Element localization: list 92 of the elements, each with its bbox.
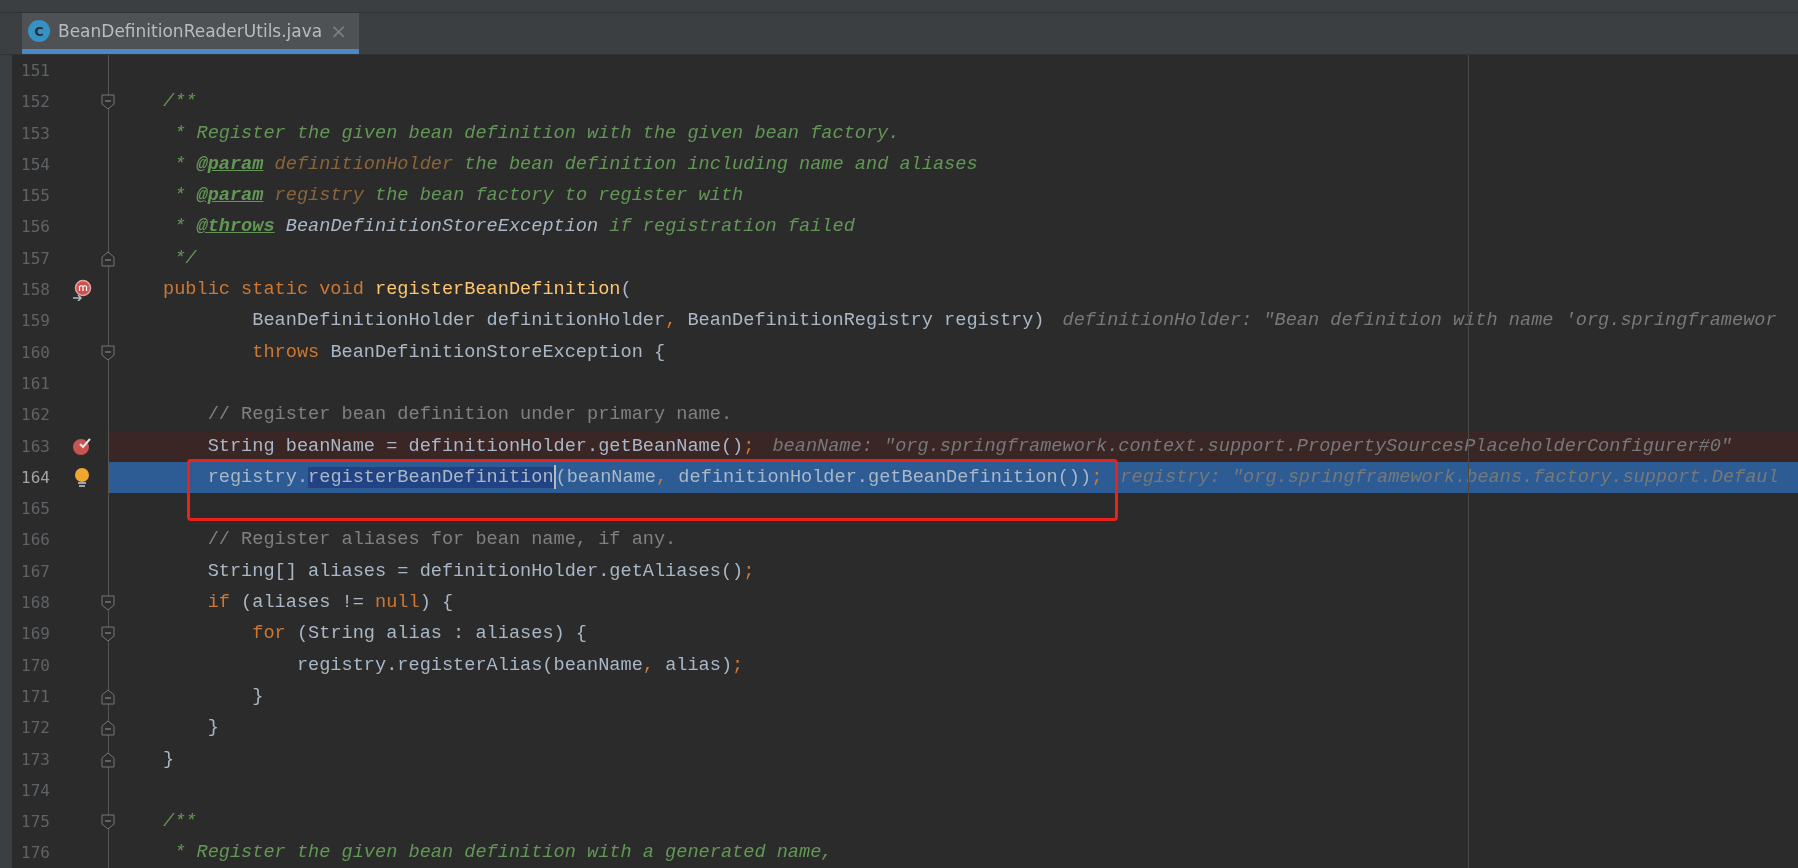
class-icon: C xyxy=(28,20,50,42)
code-token: throws xyxy=(251,341,321,363)
code-token: BeanDefinitionHolder definitionHolder xyxy=(251,310,666,332)
line-number: 174 xyxy=(20,779,51,802)
line-number: 164 xyxy=(20,466,51,489)
line-number: 156 xyxy=(20,216,51,239)
fold-end-icon[interactable] xyxy=(101,751,115,768)
fold-start-icon[interactable] xyxy=(101,94,115,111)
code-token: /** xyxy=(163,91,197,113)
fold-start-icon[interactable] xyxy=(101,344,115,361)
code-token: } xyxy=(163,748,175,770)
code-token: BeanDefinitionRegistry registry) xyxy=(686,310,1045,332)
code-token: definitionHolder.getBeanDefinition()) xyxy=(677,466,1092,488)
code-token: registerBeanDefinition xyxy=(375,279,621,301)
lightbulb-icon[interactable] xyxy=(73,466,91,489)
code-token: if xyxy=(206,592,231,614)
code-token: the bean factory to register with xyxy=(374,185,744,207)
code-token: * Register the given bean definition with the given bean factory. xyxy=(173,122,900,144)
tab-label: BeanDefinitionReaderUtils.java xyxy=(58,21,323,41)
file-tab[interactable]: C BeanDefinitionReaderUtils.java × xyxy=(22,13,359,54)
code-token: * xyxy=(173,153,187,175)
line-number: 155 xyxy=(20,185,51,208)
code-token: ( xyxy=(620,279,632,301)
line-number: 166 xyxy=(20,529,51,552)
code-token: definitionHolder xyxy=(273,153,454,175)
line-number: 151 xyxy=(20,60,51,82)
line-number: 159 xyxy=(20,310,51,333)
code-token: @param xyxy=(196,185,264,207)
line-number: 168 xyxy=(20,592,51,615)
code-token: * Register the given bean definition with a generated name, xyxy=(173,842,833,864)
code-token: // Register bean definition under primary name. xyxy=(206,404,733,426)
line-number: 173 xyxy=(20,748,51,771)
line-number: 161 xyxy=(20,372,51,395)
code-token: ) { xyxy=(419,592,454,614)
code-token: null xyxy=(375,592,420,614)
line-number: 176 xyxy=(20,842,51,865)
code-token: } xyxy=(251,685,264,707)
code-token: ; xyxy=(743,560,755,582)
line-number: 157 xyxy=(20,247,51,270)
line-number: 165 xyxy=(20,498,51,521)
code-token: ; xyxy=(743,435,755,457)
code-token: registry.registerAlias(beanName xyxy=(295,654,643,676)
line-number: 152 xyxy=(20,91,51,114)
code-token: registry xyxy=(273,185,364,207)
code-token: @throws xyxy=(196,216,275,238)
code-token: for xyxy=(251,623,287,645)
line-number: 158 xyxy=(20,279,51,302)
code-token: String[] aliases = definitionHolder.getAliases() xyxy=(206,560,744,582)
line-number: 163 xyxy=(20,435,51,458)
line-number: 170 xyxy=(20,654,51,677)
code-token: @param xyxy=(196,153,264,175)
code-token: BeanDefinitionStoreException xyxy=(284,216,599,238)
code-token: String beanName = definitionHolder.getBeanName() xyxy=(206,435,744,457)
code-token: ; xyxy=(1091,466,1103,488)
fold-start-icon[interactable] xyxy=(101,814,115,831)
selected-text: registerBeanDefinition xyxy=(308,466,554,488)
inline-debug-value: definitionHolder: "Bean definition with name 'org.springframewor xyxy=(1062,310,1777,332)
fold-end-icon[interactable] xyxy=(101,720,115,737)
code-token: , xyxy=(665,310,677,332)
fold-start-icon[interactable] xyxy=(101,595,115,612)
line-number: 171 xyxy=(20,685,51,708)
line-number: 175 xyxy=(20,811,51,834)
inline-debug-value: beanName: "org.springframework.context.support.PropertySourcesPlaceholderConfigurer#0" xyxy=(772,435,1732,457)
code-token: BeanDefinitionStoreException { xyxy=(330,341,666,363)
code-token: registry. xyxy=(206,466,309,488)
code-token: the bean definition including name and aliases xyxy=(463,153,978,175)
line-number: 160 xyxy=(20,341,51,364)
code-token: public static void xyxy=(163,279,365,301)
override-marker-icon[interactable] xyxy=(72,278,92,301)
code-token: (String alias : aliases) { xyxy=(296,623,588,645)
fold-end-icon[interactable] xyxy=(101,688,115,705)
line-number: 154 xyxy=(20,153,51,176)
code-token: ; xyxy=(732,654,744,676)
code-token: /** xyxy=(163,811,197,833)
fold-start-icon[interactable] xyxy=(101,626,115,643)
code-token: alias) xyxy=(664,654,733,676)
line-number: 153 xyxy=(20,122,51,145)
line-number: 162 xyxy=(20,404,51,427)
line-number: 172 xyxy=(20,717,51,740)
line-number: 169 xyxy=(20,623,51,646)
code-token: (beanName xyxy=(555,466,656,488)
code-token: , xyxy=(642,654,654,676)
code-token: if registration failed xyxy=(608,216,855,238)
code-token: */ xyxy=(173,247,197,269)
line-number: 167 xyxy=(20,560,51,583)
code-token: , xyxy=(656,466,668,488)
code-token: } xyxy=(206,717,219,739)
code-token: (aliases != xyxy=(241,592,365,614)
code-token: * xyxy=(173,216,187,238)
code-token: * xyxy=(173,185,187,207)
code-token: // Register aliases for bean name, if any. xyxy=(206,529,677,551)
fold-end-icon[interactable] xyxy=(101,250,115,267)
